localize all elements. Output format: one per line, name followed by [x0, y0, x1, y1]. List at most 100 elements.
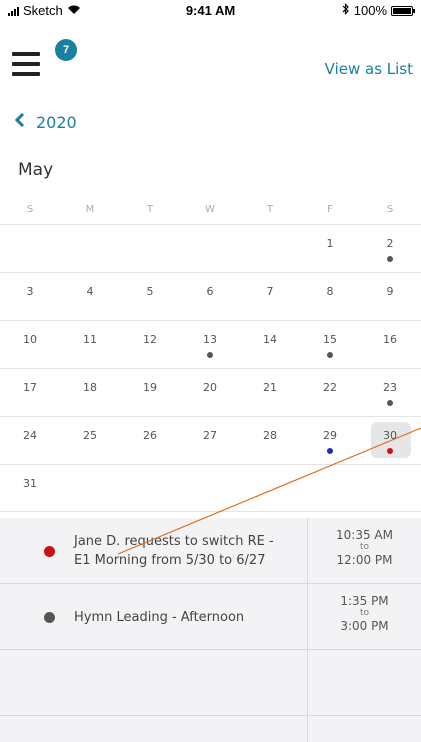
calendar-day[interactable]: 5	[120, 273, 180, 320]
event-row[interactable]: Jane D. requests to switch RE - E1 Morni…	[0, 518, 421, 584]
calendar-day[interactable]: 20	[180, 369, 240, 416]
day-number: 21	[263, 381, 277, 394]
calendar-empty-cell	[180, 225, 240, 272]
calendar-week: 12	[0, 224, 421, 272]
event-title-line: Jane D. requests to switch RE -	[74, 534, 274, 549]
weekday-label: T	[266, 204, 274, 215]
calendar-day[interactable]: 15	[300, 321, 360, 368]
calendar-day[interactable]: 27	[180, 417, 240, 464]
day-number: 11	[83, 333, 97, 346]
event-indicator-dot	[387, 448, 393, 454]
time-column-divider	[307, 650, 308, 742]
calendar-day[interactable]: 11	[60, 321, 120, 368]
calendar-day[interactable]: 2	[360, 225, 420, 272]
calendar-weeks: 1 2 3 4 5 6 7 8 9 10 11 12 13 14 15 16 17 18 19 20 21 22 23 24 2…	[0, 224, 421, 512]
calendar-day[interactable]: 26	[120, 417, 180, 464]
day-number: 30	[383, 429, 397, 442]
calendar-empty-cell	[120, 465, 180, 511]
calendar-day[interactable]: 25	[60, 417, 120, 464]
year-label: 2020	[36, 113, 77, 132]
hamburger-bar	[12, 52, 40, 56]
calendar-week: 17 18 19 20 21 22 23	[0, 368, 421, 416]
day-number: 23	[383, 381, 397, 394]
event-row[interactable]: Hymn Leading - Afternoon 1:35 PM to 3:00…	[0, 584, 421, 650]
hamburger-bar	[12, 72, 40, 76]
day-number: 2	[386, 237, 394, 250]
empty-event-row	[0, 650, 421, 716]
chevron-left-icon	[14, 112, 26, 133]
event-time-separator: to	[359, 542, 370, 552]
calendar-empty-cell	[240, 465, 300, 511]
calendar-empty-cell	[0, 225, 60, 272]
weekday-label: S	[386, 204, 394, 215]
calendar-empty-cell	[60, 465, 120, 511]
event-title: Jane D. requests to switch RE - E1 Morni…	[74, 532, 299, 570]
calendar-day[interactable]: 8	[300, 273, 360, 320]
calendar-empty-cell	[120, 225, 180, 272]
calendar-empty-cell	[300, 465, 360, 511]
event-indicator-dot	[207, 352, 213, 358]
calendar-day[interactable]: 22	[300, 369, 360, 416]
calendar-day[interactable]: 3	[0, 273, 60, 320]
calendar-day[interactable]: 18	[60, 369, 120, 416]
day-number: 13	[203, 333, 217, 346]
event-time: 1:35 PM to 3:00 PM	[307, 584, 421, 650]
calendar-day[interactable]: 17	[0, 369, 60, 416]
calendar-day[interactable]: 23	[360, 369, 420, 416]
day-number: 24	[23, 429, 37, 442]
calendar-day[interactable]: 6	[180, 273, 240, 320]
day-number: 26	[143, 429, 157, 442]
event-title-line: E1 Morning from 5/30 to 6/27	[74, 553, 266, 568]
notification-badge: 7	[55, 39, 77, 61]
event-indicator-dot	[327, 448, 333, 454]
weekday-label: S	[26, 204, 34, 215]
calendar-empty-cell	[240, 225, 300, 272]
weekday-label: T	[146, 204, 154, 215]
day-number: 8	[326, 285, 334, 298]
calendar-day[interactable]: 14	[240, 321, 300, 368]
battery-fill	[393, 7, 411, 14]
calendar-day[interactable]: 31	[0, 465, 60, 511]
year-back-button[interactable]: 2020	[14, 112, 77, 133]
day-number: 18	[83, 381, 97, 394]
calendar-day[interactable]: 7	[240, 273, 300, 320]
calendar-day[interactable]: 16	[360, 321, 420, 368]
calendar-day[interactable]: 10	[0, 321, 60, 368]
calendar-day[interactable]: 4	[60, 273, 120, 320]
calendar-day[interactable]: 29	[300, 417, 360, 464]
calendar-day[interactable]: 9	[360, 273, 420, 320]
view-as-list-link[interactable]: View as List	[325, 60, 413, 78]
calendar-day[interactable]: 21	[240, 369, 300, 416]
calendar-day[interactable]: 13	[180, 321, 240, 368]
day-number: 16	[383, 333, 397, 346]
day-number: 4	[86, 285, 94, 298]
event-start-time: 1:35 PM	[340, 594, 389, 608]
event-indicator-dot	[327, 352, 333, 358]
calendar-grid: SMTWTFS 1 2 3 4 5 6 7 8 9 10 11 12 13 14 15 16 17 18 19 20 2…	[0, 200, 421, 512]
calendar-empty-cell	[60, 225, 120, 272]
calendar-day[interactable]: 1	[300, 225, 360, 272]
day-number: 22	[323, 381, 337, 394]
event-end-time: 12:00 PM	[336, 553, 393, 567]
event-indicator-dot	[387, 400, 393, 406]
day-number: 5	[146, 285, 154, 298]
calendar-week: 10 11 12 13 14 15 16	[0, 320, 421, 368]
calendar-day[interactable]: 12	[120, 321, 180, 368]
day-number: 7	[266, 285, 274, 298]
status-right: 100%	[342, 3, 415, 18]
day-number: 6	[206, 285, 214, 298]
calendar-day[interactable]: 24	[0, 417, 60, 464]
calendar-day[interactable]: 19	[120, 369, 180, 416]
menu-button[interactable]	[12, 52, 42, 80]
calendar-week: 24 25 26 27 28 29 30	[0, 416, 421, 464]
calendar-day[interactable]: 30	[360, 417, 420, 464]
event-list: Jane D. requests to switch RE - E1 Morni…	[0, 518, 421, 742]
event-time: 10:35 AM to 12:00 PM	[307, 518, 421, 584]
day-number: 31	[23, 477, 37, 490]
day-number: 3	[26, 285, 34, 298]
calendar-week: 3 4 5 6 7 8 9	[0, 272, 421, 320]
event-indicator-dot	[387, 256, 393, 262]
battery-label: 100%	[353, 3, 387, 18]
day-number: 10	[23, 333, 37, 346]
calendar-day[interactable]: 28	[240, 417, 300, 464]
